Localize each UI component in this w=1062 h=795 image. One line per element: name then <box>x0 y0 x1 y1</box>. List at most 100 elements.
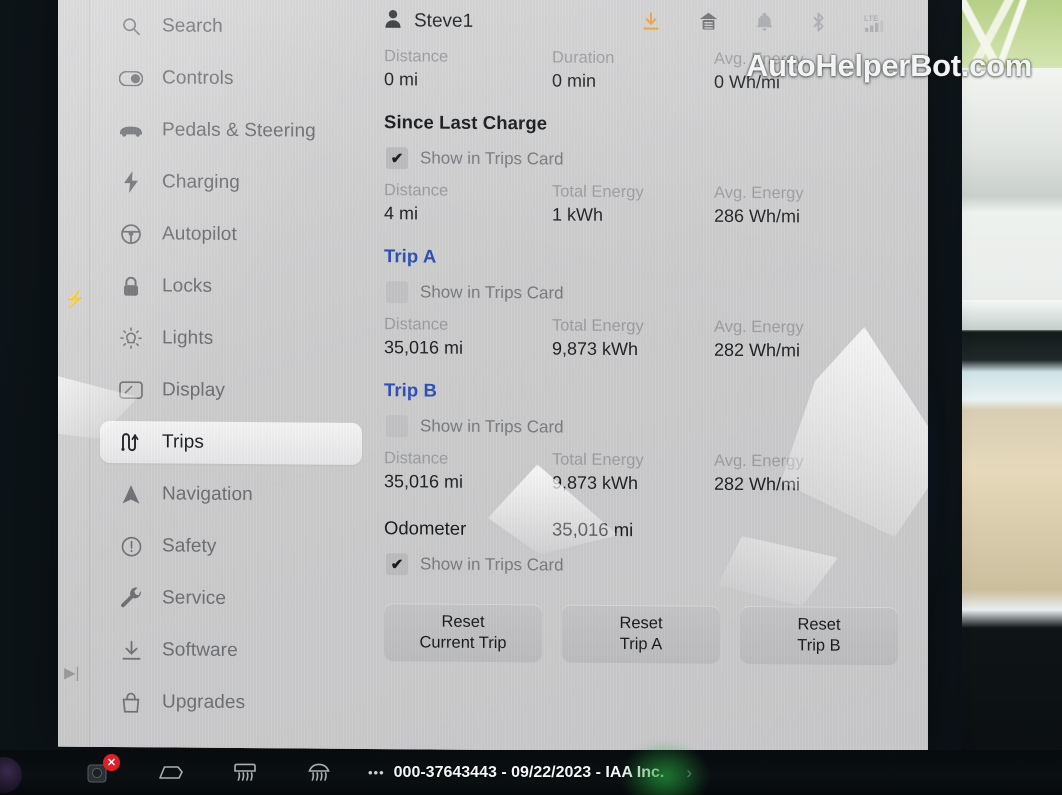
stat-total-energy: Total Energy 9,873 kWh <box>552 314 714 361</box>
bag-icon <box>118 691 144 713</box>
car-icon <box>118 119 144 141</box>
stat-total-energy: Total Energy 1 kWh <box>552 180 714 227</box>
settings-sidebar[interactable]: Search Controls Pedals & Steering Chargi… <box>96 0 366 749</box>
odometer-show-in-trips-card-toggle[interactable]: ✔ Show in Trips Card <box>386 553 906 579</box>
sidebar-item-label: Upgrades <box>162 691 246 714</box>
show-in-trips-card-toggle[interactable]: ✔ Show in Trips Card <box>386 415 906 441</box>
checkbox-checked[interactable]: ✔ <box>386 147 408 170</box>
bolt-icon: ⚡ <box>64 289 86 309</box>
sidebar-item-safety[interactable]: Safety <box>100 525 362 569</box>
sidebar-item-software[interactable]: Software <box>100 629 362 673</box>
stat-value: 35,016 mi <box>384 471 464 492</box>
sidebar-item-upgrades[interactable]: Upgrades <box>100 681 362 725</box>
camera-icon[interactable]: ✕ <box>60 750 134 795</box>
stat-key: Total Energy <box>552 450 644 470</box>
software-update-icon[interactable] <box>641 11 661 36</box>
button-line-2: Current Trip <box>419 633 507 653</box>
section-trip-a: Trip A ✔ Show in Trips Card Distance 35,… <box>384 245 906 363</box>
sidebar-item-navigation[interactable]: Navigation <box>100 473 362 517</box>
trips-icon <box>118 431 144 453</box>
front-defrost-icon[interactable] <box>282 750 356 795</box>
show-in-trips-card-toggle[interactable]: ✔ Show in Trips Card <box>386 147 906 173</box>
person-icon <box>384 9 402 34</box>
sidebar-item-label: Trips <box>162 431 205 453</box>
steering-icon <box>118 223 144 245</box>
odometer-label: Odometer <box>384 517 467 539</box>
sidebar-item-service[interactable]: Service <box>100 577 362 621</box>
sidebar-item-label: Software <box>162 639 238 661</box>
stat-key: Distance <box>384 315 449 334</box>
navigation-icon <box>118 483 144 505</box>
trips-settings-pane: Steve1 LTE Distance 0 mi Duration 0 min … <box>366 0 928 753</box>
skip-next-icon[interactable]: ▶| <box>64 665 79 682</box>
checkbox-checked[interactable]: ✔ <box>386 553 408 576</box>
sidebar-item-locks[interactable]: Locks <box>100 265 362 309</box>
sidebar-item-label: Autopilot <box>162 223 237 245</box>
lte-signal-icon[interactable]: LTE <box>864 11 898 38</box>
show-in-trips-card-toggle[interactable]: ✔ Show in Trips Card <box>386 281 906 307</box>
sidebar-item-pedals-steering[interactable]: Pedals & Steering <box>100 109 362 153</box>
stat-value: 282 Wh/mi <box>714 473 801 495</box>
system-icons: LTE <box>641 10 906 39</box>
stat-distance: Distance 0 mi <box>384 45 552 92</box>
stat-avg-energy: Avg. Energy 286 Wh/mi <box>714 182 884 229</box>
rear-defrost-icon[interactable] <box>208 750 282 795</box>
account-button[interactable]: Steve1 <box>384 9 473 35</box>
stat-value: 0 mi <box>384 69 419 90</box>
sidebar-item-trips[interactable]: Trips <box>100 420 362 465</box>
sidebar-item-label: Display <box>162 379 225 401</box>
bottom-status-bar: ✕ ••• 000-37643443 - 09/22/2023 - IAA In… <box>0 740 1062 795</box>
sidebar-item-search[interactable]: Search <box>100 5 362 49</box>
bell-icon[interactable] <box>756 12 773 36</box>
section-stats: Distance 35,016 mi Total Energy 9,873 kW… <box>384 447 906 497</box>
sidebar-item-display[interactable]: Display <box>100 369 362 413</box>
green-light-reflection <box>620 740 710 795</box>
sidebar-item-autopilot[interactable]: Autopilot <box>100 213 362 257</box>
sidebar-item-label: Charging <box>162 171 240 194</box>
checkbox-label: Show in Trips Card <box>420 282 564 303</box>
stat-total-energy: Total Energy 9,873 kWh <box>552 448 714 495</box>
checkbox-unchecked[interactable]: ✔ <box>386 415 408 438</box>
button-line-1: Reset <box>797 615 841 634</box>
status-bar: Steve1 LTE <box>384 1 906 45</box>
tesla-touchscreen: ⚡ ▶| Search Controls Pedals & Steering C… <box>58 0 928 754</box>
stat-value: 0 min <box>552 70 597 91</box>
stat-key: Distance <box>384 181 449 200</box>
stat-key: Total Energy <box>552 316 644 336</box>
stat-value: 286 Wh/mi <box>714 205 801 227</box>
lightbulb-icon <box>118 327 144 349</box>
stat-value: 282 Wh/mi <box>714 339 801 361</box>
stat-value: 35,016 mi <box>384 337 464 358</box>
sidebar-item-label: Safety <box>162 535 217 557</box>
section-since-last-charge: Since Last Charge ✔ Show in Trips Card D… <box>384 111 906 229</box>
garage-home-icon[interactable] <box>699 12 718 36</box>
stat-avg-energy: Avg. Energy 282 Wh/mi <box>714 316 884 363</box>
stat-value: 9,873 kWh <box>552 338 639 360</box>
odometer-value: 35,016 mi <box>552 518 634 541</box>
reset-trip-b-button[interactable]: Reset Trip B <box>740 605 898 666</box>
stat-value: 4 mi <box>384 203 419 224</box>
left-edge-strip: ⚡ ▶| <box>58 0 90 747</box>
button-line-2: Trip A <box>619 634 663 654</box>
sidebar-item-controls[interactable]: Controls <box>100 57 362 101</box>
overflow-dots-icon[interactable]: ••• <box>368 765 385 780</box>
search-icon <box>118 15 144 37</box>
section-title[interactable]: Trip B <box>384 379 906 405</box>
wiper-icon[interactable] <box>134 750 208 795</box>
checkbox-unchecked[interactable]: ✔ <box>386 281 408 304</box>
stat-duration: Duration 0 min <box>552 46 714 93</box>
stat-key: Distance <box>384 449 449 468</box>
bluetooth-icon[interactable] <box>811 11 826 37</box>
stat-distance: Distance 35,016 mi <box>384 313 552 360</box>
section-title[interactable]: Trip A <box>384 245 906 271</box>
section-stats: Distance 4 mi Total Energy 1 kWh Avg. En… <box>384 179 906 229</box>
sidebar-item-charging[interactable]: Charging <box>100 161 362 205</box>
reset-trip-a-button[interactable]: Reset Trip A <box>562 604 720 664</box>
download-icon <box>118 639 144 661</box>
sidebar-item-label: Navigation <box>162 483 253 506</box>
sidebar-item-label: Service <box>162 587 227 609</box>
sidebar-item-lights[interactable]: Lights <box>100 317 362 361</box>
reset-current-trip-button[interactable]: Reset Current Trip <box>384 603 542 663</box>
stat-distance: Distance 35,016 mi <box>384 447 552 494</box>
